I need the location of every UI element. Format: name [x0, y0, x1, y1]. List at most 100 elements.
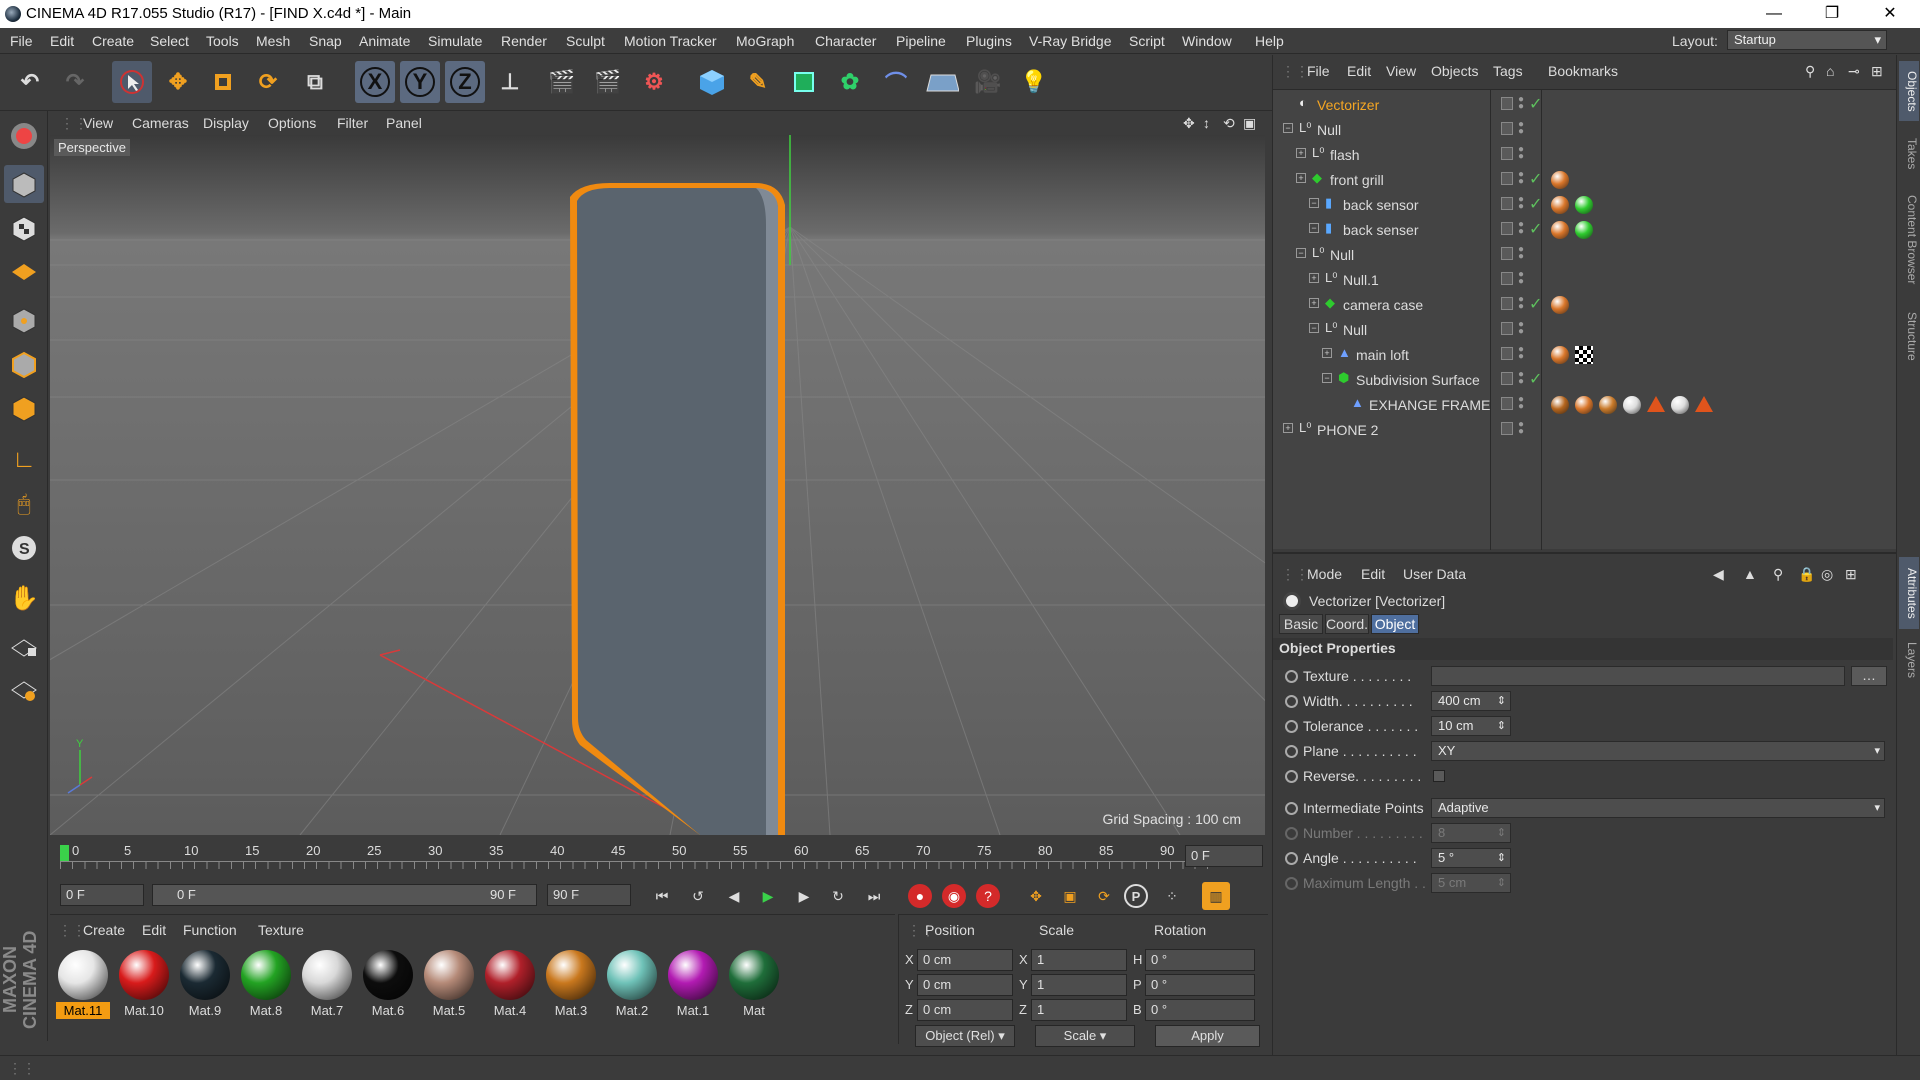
menu-mograph[interactable]: MoGraph — [736, 33, 794, 49]
expand-toggle-icon[interactable]: + — [1296, 148, 1306, 158]
visibility-dots-icon[interactable]: ● ● — [1518, 270, 1524, 287]
attribute-field[interactable]: 8 ⇕ — [1431, 823, 1511, 843]
expand-toggle-icon[interactable]: + — [1296, 173, 1306, 183]
expand-toggle-icon[interactable]: − — [1309, 323, 1319, 333]
tab-content-browser[interactable]: Content Browser — [1899, 185, 1919, 295]
animate-radio-icon[interactable] — [1285, 852, 1298, 865]
visibility-dots-icon[interactable]: ● ● — [1518, 220, 1524, 237]
go-to-end-icon[interactable]: ⏭ — [860, 882, 888, 910]
polygons-mode-icon[interactable] — [4, 389, 44, 427]
animate-radio-icon[interactable] — [1285, 877, 1298, 890]
minimize-button[interactable]: — — [1745, 0, 1803, 28]
layout-select[interactable]: Startup ▾ — [1727, 30, 1887, 50]
object-row[interactable]: − L⁰ Null ● ● — [1273, 242, 1897, 267]
previous-key-icon[interactable]: ↺ — [684, 882, 712, 910]
back-arrow-icon[interactable]: ◀ — [1713, 566, 1724, 583]
animate-radio-icon[interactable] — [1285, 827, 1298, 840]
material-tag-icon[interactable] — [1551, 296, 1569, 314]
attribute-field[interactable]: 400 cm ⇕ — [1431, 691, 1511, 711]
object-name[interactable]: Null — [1317, 122, 1341, 138]
timeline-ruler[interactable]: 0 5 10 15 20 25 30 35 40 45 50 55 60 65 … — [50, 835, 1265, 875]
objects-menu-file[interactable]: File — [1307, 63, 1330, 79]
menu-mesh[interactable]: Mesh — [256, 33, 290, 49]
recent-tools-icon[interactable]: ⧉ — [295, 61, 335, 103]
object-name[interactable]: EXHANGE FRAME — [1369, 397, 1490, 413]
material-swatch[interactable]: Mat.4 — [483, 947, 537, 1019]
subdivision-surface-icon[interactable] — [784, 61, 824, 103]
animate-radio-icon[interactable] — [1285, 802, 1298, 815]
current-frame-field[interactable]: 0 F — [1185, 845, 1263, 867]
material-swatch[interactable]: Mat.5 — [422, 947, 476, 1019]
viewport-maximize-icon[interactable]: ▣ — [1243, 115, 1256, 132]
viewport-menu-view[interactable]: View — [83, 115, 113, 131]
material-swatch[interactable]: Mat.7 — [300, 947, 354, 1019]
render-view-icon[interactable]: 🎬 — [542, 61, 582, 103]
object-row[interactable]: + ◆ camera case ● ● ✓ — [1273, 292, 1897, 317]
axis-mode-icon[interactable]: ∟ — [4, 441, 44, 479]
viewport-menu-filter[interactable]: Filter — [337, 115, 368, 131]
new-manager-icon[interactable]: ⊞ — [1871, 63, 1883, 80]
object-row[interactable]: − L⁰ Null ● ● — [1273, 317, 1897, 342]
menu-motion-tracker[interactable]: Motion Tracker — [624, 33, 717, 49]
expand-toggle-icon[interactable]: − — [1283, 123, 1293, 133]
texture-tag-icon[interactable] — [1575, 346, 1593, 364]
attribute-field[interactable]: 10 cm ⇕ — [1431, 716, 1511, 736]
attribute-field[interactable]: Adaptive ▾ — [1431, 798, 1885, 818]
record-rotation-icon[interactable]: ⟳ — [1090, 882, 1118, 910]
render-settings-icon[interactable]: ⚙ — [634, 61, 674, 103]
material-swatch[interactable]: Mat.9 — [178, 947, 232, 1019]
material-tag-icon[interactable] — [1599, 396, 1617, 414]
layer-toggle-icon[interactable] — [1501, 347, 1513, 360]
material-tag-icon[interactable] — [1551, 221, 1569, 239]
start-frame-field[interactable]: 0 F — [60, 884, 144, 906]
material-menu-create[interactable]: Create — [83, 922, 125, 938]
cube-primitive-icon[interactable] — [692, 61, 732, 103]
menu-create[interactable]: Create — [92, 33, 134, 49]
close-button[interactable]: ✕ — [1861, 0, 1919, 28]
tweak-mode-icon[interactable]: 🖱 — [4, 485, 44, 523]
new-manager-icon[interactable]: ⊞ — [1845, 566, 1857, 583]
layer-toggle-icon[interactable] — [1501, 172, 1513, 185]
object-name[interactable]: main loft — [1356, 347, 1409, 363]
search-icon[interactable]: ⚲ — [1773, 566, 1783, 583]
object-row[interactable]: − ▮ back senser ● ● ✓ — [1273, 217, 1897, 242]
viewport-menu-display[interactable]: Display — [203, 115, 249, 131]
attribute-field[interactable]: 5 cm ⇕ — [1431, 873, 1511, 893]
visibility-dots-icon[interactable]: ● ● — [1518, 170, 1524, 187]
deformer-icon[interactable]: ⌒ — [876, 61, 916, 103]
material-tag-icon[interactable] — [1575, 221, 1593, 239]
menu-render[interactable]: Render — [501, 33, 547, 49]
menu-pipeline[interactable]: Pipeline — [896, 33, 946, 49]
viewport-menu-panel[interactable]: Panel — [386, 115, 422, 131]
object-row[interactable]: + ▲ main loft ● ● — [1273, 342, 1897, 367]
material-menu-edit[interactable]: Edit — [142, 922, 166, 938]
menu-animate[interactable]: Animate — [359, 33, 410, 49]
render-picture-viewer-icon[interactable]: 🎬 — [588, 61, 628, 103]
objects-menu-bookmarks[interactable]: Bookmarks — [1548, 63, 1618, 79]
menu-snap[interactable]: Snap — [309, 33, 342, 49]
objects-menu-view[interactable]: View — [1386, 63, 1416, 79]
object-name[interactable]: Null.1 — [1343, 272, 1379, 288]
visibility-dots-icon[interactable]: ● ● — [1518, 145, 1524, 162]
object-name[interactable]: back sensor — [1343, 197, 1418, 213]
objects-menu-objects[interactable]: Objects — [1431, 63, 1478, 79]
go-to-start-icon[interactable]: ⏮ — [648, 882, 676, 910]
visibility-dots-icon[interactable]: ● ● — [1518, 420, 1524, 437]
reverse-checkbox[interactable] — [1433, 770, 1445, 782]
material-tag-icon[interactable] — [1671, 396, 1689, 414]
visibility-dots-icon[interactable]: ● ● — [1518, 370, 1524, 387]
object-name[interactable]: Null — [1330, 247, 1354, 263]
record-active-objects-icon[interactable]: ● — [908, 884, 932, 908]
make-editable-icon[interactable] — [4, 117, 44, 155]
material-swatch[interactable]: Mat.6 — [361, 947, 415, 1019]
viewport-dolly-icon[interactable]: ↕ — [1203, 115, 1210, 131]
visibility-dots-icon[interactable]: ● ● — [1518, 195, 1524, 212]
expand-toggle-icon[interactable]: − — [1322, 373, 1332, 383]
keyframe-selection-icon[interactable]: ? — [976, 884, 1000, 908]
workplane-snap-icon[interactable] — [4, 671, 44, 709]
coordinate-mode-select[interactable]: Object (Rel) ▾ — [915, 1025, 1015, 1047]
edges-mode-icon[interactable] — [4, 345, 44, 383]
next-frame-icon[interactable]: ▶ — [790, 882, 818, 910]
expand-toggle-icon[interactable]: − — [1309, 223, 1319, 233]
scale-field[interactable]: 1 — [1031, 974, 1127, 996]
